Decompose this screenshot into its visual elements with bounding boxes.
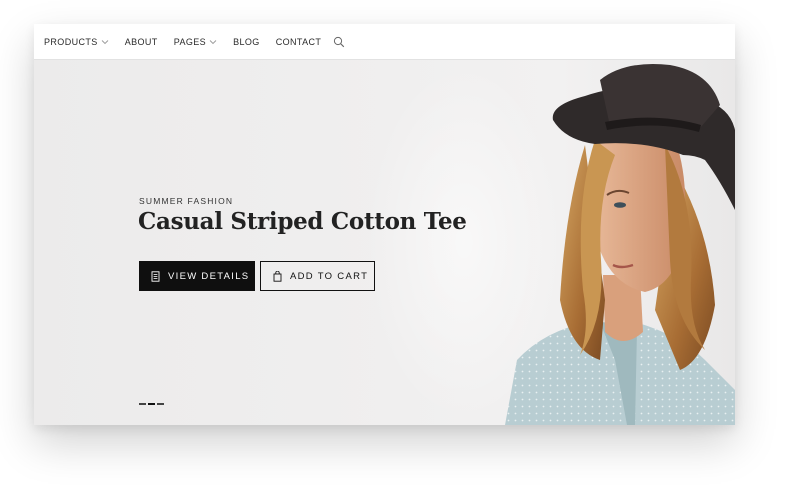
add-to-cart-button[interactable]: ADD TO CART xyxy=(260,261,375,291)
nav-item-label: ABOUT xyxy=(124,36,158,47)
nav-item-label: BLOG xyxy=(233,36,260,47)
slide-dot-active[interactable] xyxy=(148,403,155,405)
hero-model-image xyxy=(505,64,735,425)
search-icon[interactable] xyxy=(333,36,345,48)
document-icon xyxy=(151,270,160,282)
nav-item-label: PAGES xyxy=(173,36,207,47)
chevron-down-icon xyxy=(209,39,217,44)
nav-item-pages[interactable]: PAGES xyxy=(174,37,217,47)
shopping-bag-icon xyxy=(273,270,282,282)
main-nav: PRODUCTS ABOUT PAGES BLOG CONTACT xyxy=(34,24,735,60)
slide-dot[interactable] xyxy=(157,403,164,405)
nav-item-label: CONTACT xyxy=(275,36,322,47)
button-label: VIEW DETAILS xyxy=(168,270,250,282)
slide-dot[interactable] xyxy=(139,403,146,405)
browser-window: PRODUCTS ABOUT PAGES BLOG CONTACT SUMMER… xyxy=(34,24,735,425)
hero-eyebrow: SUMMER FASHION xyxy=(139,196,234,206)
hero-title: Casual Striped Cotton Tee xyxy=(138,208,467,235)
slide-indicator xyxy=(139,403,164,405)
nav-item-contact[interactable]: CONTACT xyxy=(276,37,322,47)
nav-item-about[interactable]: ABOUT xyxy=(125,37,158,47)
button-label: ADD TO CART xyxy=(290,270,369,282)
view-details-button[interactable]: VIEW DETAILS xyxy=(139,261,255,291)
nav-item-label: PRODUCTS xyxy=(44,36,98,47)
nav-item-products[interactable]: PRODUCTS xyxy=(44,37,109,47)
nav-item-blog[interactable]: BLOG xyxy=(233,37,260,47)
chevron-down-icon xyxy=(101,39,109,44)
